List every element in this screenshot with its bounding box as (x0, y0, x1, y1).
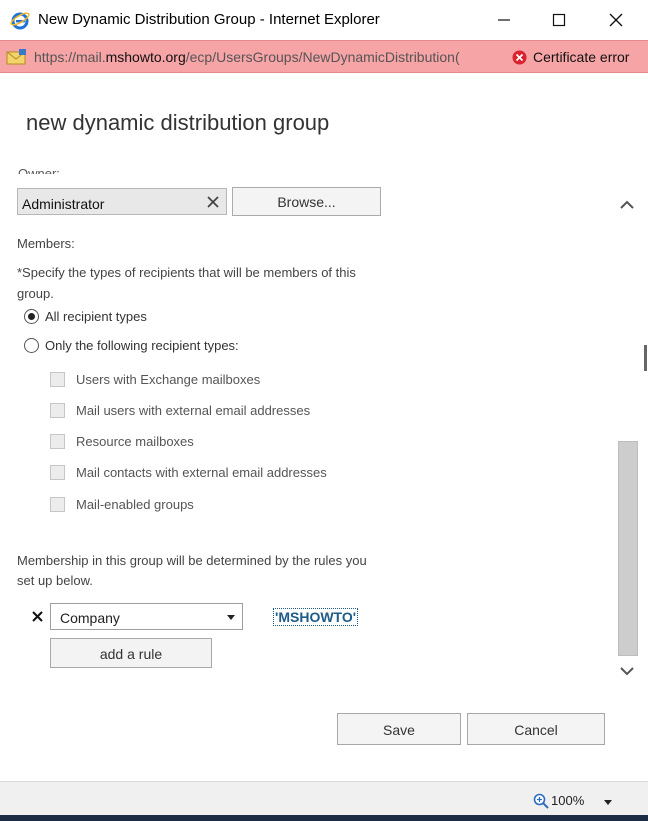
save-button[interactable]: Save (337, 713, 461, 745)
certificate-error-icon[interactable] (512, 50, 527, 65)
radio-label: All recipient types (45, 308, 147, 324)
status-bar: 100% (0, 781, 648, 815)
zoom-icon[interactable] (533, 793, 549, 809)
close-icon (609, 13, 623, 27)
url-path: /ecp/UsersGroups/NewDynamicDistribution( (185, 49, 460, 65)
radio-button[interactable] (24, 337, 39, 353)
radio-button-selected[interactable] (24, 308, 39, 324)
zoom-level[interactable]: 100% (551, 793, 584, 808)
clear-icon (206, 195, 219, 208)
checkbox-label: Resource mailboxes (76, 433, 194, 449)
checkbox-label: Mail users with external email addresses (76, 402, 311, 418)
radio-all-recipient-types[interactable]: All recipient types (24, 306, 147, 326)
rule-attribute-select[interactable]: Company (50, 603, 243, 630)
minimize-button[interactable] (478, 0, 530, 40)
members-label: Members: (17, 236, 75, 251)
checkbox[interactable] (50, 371, 65, 387)
remove-icon (31, 610, 43, 622)
certificate-error-label[interactable]: Certificate error (533, 49, 629, 65)
title-bar: New Dynamic Distribution Group - Interne… (0, 0, 648, 40)
chevron-up-icon (620, 200, 634, 209)
checkbox-exchange-mailboxes[interactable]: Users with Exchange mailboxes (50, 369, 260, 389)
checkbox-label: Mail-enabled groups (76, 496, 194, 512)
membership-description: Membership in this group will be determi… (17, 553, 367, 588)
radio-label: Only the following recipient types: (45, 337, 239, 353)
radio-only-following-types[interactable]: Only the following recipient types: (24, 335, 239, 355)
mail-page-icon (6, 49, 26, 65)
dropdown-arrow-icon (227, 615, 235, 620)
rule-value-link[interactable]: 'MSHOWTO' (273, 608, 359, 626)
scrollbar-thumb[interactable] (618, 441, 638, 656)
maximize-button[interactable] (533, 0, 585, 40)
checkbox-mail-contacts[interactable]: Mail contacts with external email addres… (50, 462, 327, 482)
checkbox-mail-users[interactable]: Mail users with external email addresses (50, 400, 310, 420)
zoom-dropdown-icon[interactable] (604, 800, 612, 805)
url-text[interactable]: https://mail.mshowto.org/ecp/UsersGroups… (34, 49, 504, 65)
add-rule-button[interactable]: add a rule (50, 638, 212, 668)
checkbox[interactable] (50, 464, 65, 480)
checkbox-label: Users with Exchange mailboxes (76, 371, 261, 387)
checkbox-label: Mail contacts with external email addres… (76, 464, 327, 480)
owner-clear-button[interactable] (199, 188, 227, 215)
browse-button[interactable]: Browse... (232, 187, 381, 216)
checkbox[interactable] (50, 496, 65, 512)
owner-label: Owner: (18, 166, 60, 174)
scroll-up-button[interactable] (616, 195, 638, 213)
rule-attribute-value: Company (60, 610, 120, 626)
members-hint: *Specify the types of recipients that wi… (17, 265, 356, 301)
checkbox-resource-mailboxes[interactable]: Resource mailboxes (50, 431, 194, 451)
internet-explorer-icon (10, 12, 30, 30)
cancel-button[interactable]: Cancel (467, 713, 605, 745)
url-host: mshowto.org (105, 49, 186, 65)
minimize-icon (498, 19, 510, 21)
checkbox[interactable] (50, 402, 65, 418)
owner-label-clipped: Owner: (18, 160, 78, 174)
close-button[interactable] (590, 0, 642, 40)
taskbar-edge (0, 815, 648, 821)
address-bar[interactable]: https://mail.mshowto.org/ecp/UsersGroups… (0, 40, 648, 73)
url-prefix: https://mail. (34, 49, 106, 65)
checkbox-mail-enabled-groups[interactable]: Mail-enabled groups (50, 494, 194, 514)
window-title: New Dynamic Distribution Group - Interne… (38, 11, 380, 28)
scroll-down-button[interactable] (616, 662, 638, 680)
owner-field[interactable]: Administrator (17, 188, 200, 215)
chevron-down-icon (620, 666, 634, 675)
page-title: new dynamic distribution group (26, 110, 330, 135)
maximize-icon (552, 13, 566, 27)
remove-rule-button[interactable] (29, 608, 45, 624)
checkbox[interactable] (50, 433, 65, 449)
window-resize-edge[interactable] (644, 345, 647, 371)
